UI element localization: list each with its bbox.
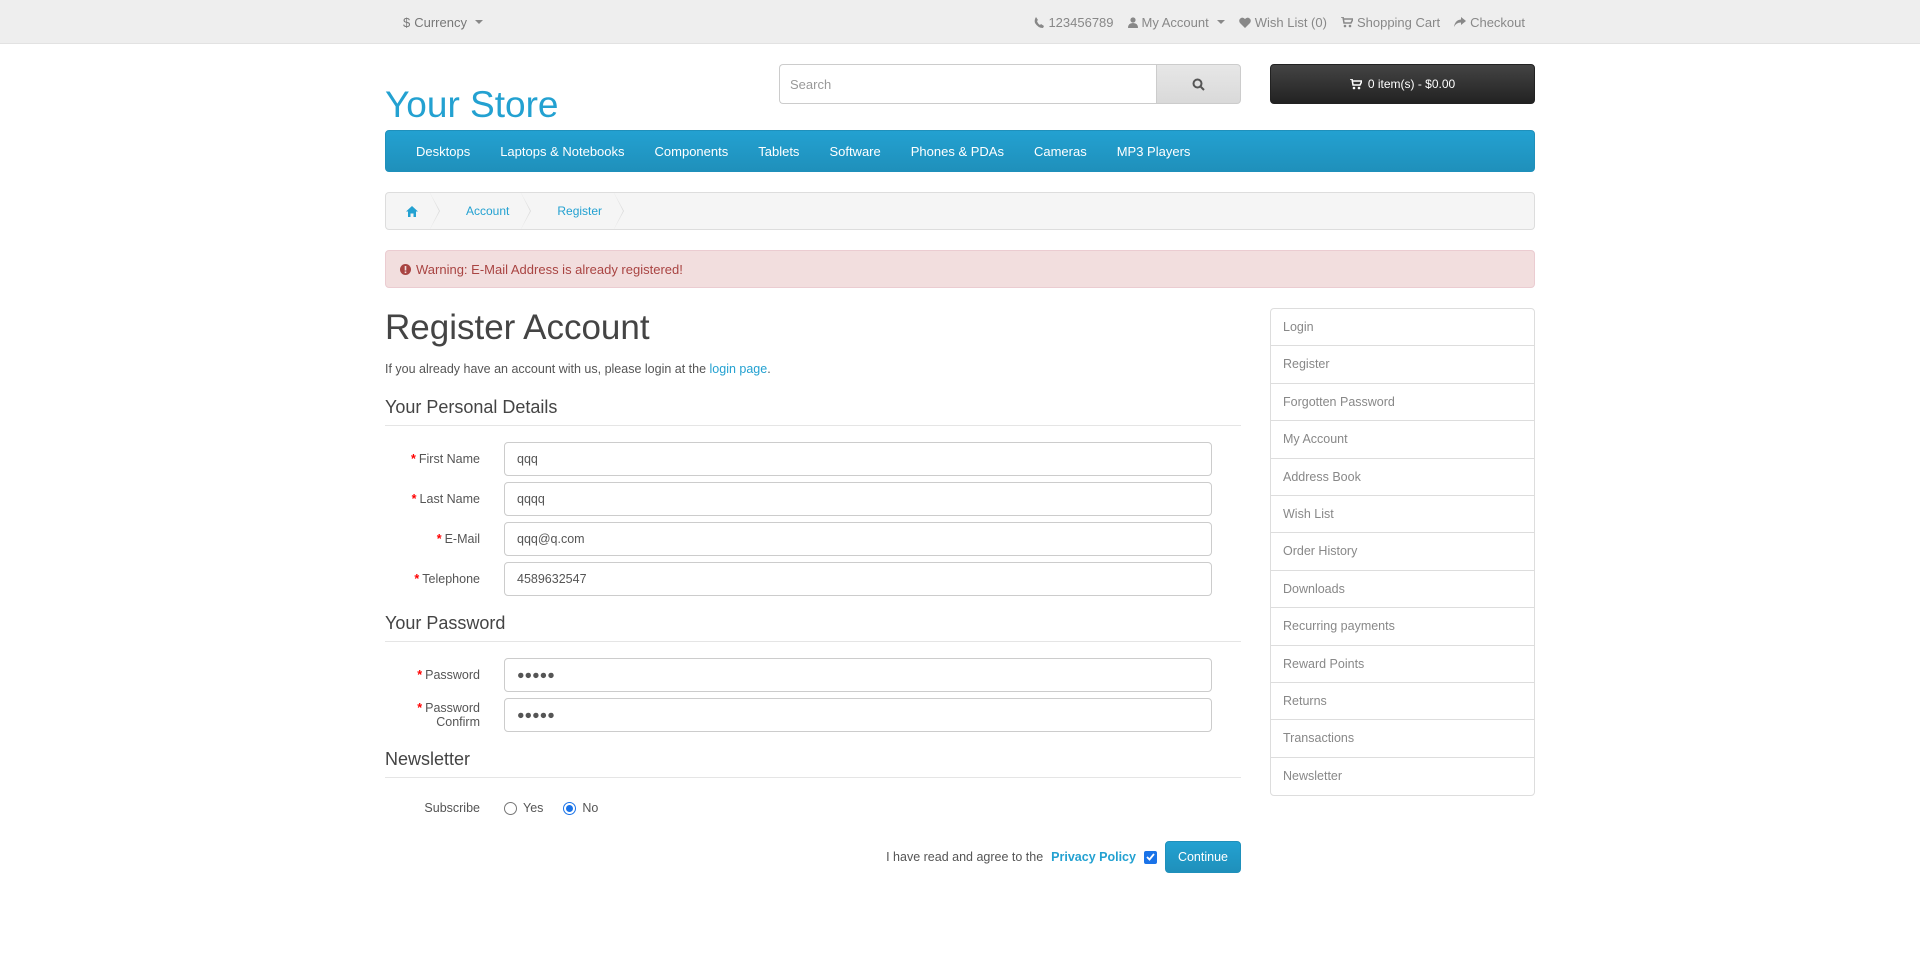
search-input[interactable] bbox=[779, 64, 1156, 104]
form-buttons: I have read and agree to the Privacy Pol… bbox=[385, 841, 1241, 873]
currency-symbol: $ bbox=[403, 14, 411, 30]
lastname-input[interactable] bbox=[504, 482, 1212, 516]
shopping-cart-icon bbox=[1340, 16, 1353, 27]
sidebar-item-login[interactable]: Login bbox=[1271, 309, 1534, 347]
sidebar-item-forgotten-password[interactable]: Forgotten Password bbox=[1271, 384, 1534, 422]
search-icon bbox=[1192, 78, 1205, 91]
radio-checked-icon bbox=[563, 801, 577, 815]
caret-down-icon bbox=[474, 20, 483, 24]
search-group bbox=[779, 64, 1241, 104]
phone-link[interactable]: 123456789 bbox=[1034, 14, 1114, 30]
wish-list-label: Wish List (0) bbox=[1254, 14, 1327, 30]
sidebar-item-downloads[interactable]: Downloads bbox=[1271, 571, 1534, 609]
checkout-label: Checkout bbox=[1470, 14, 1525, 30]
agree-checkbox[interactable] bbox=[1143, 850, 1157, 864]
page-title: Register Account bbox=[385, 308, 650, 347]
email-input[interactable] bbox=[504, 522, 1212, 556]
breadcrumb-register[interactable]: Register bbox=[529, 193, 624, 229]
telephone-label: * Telephone bbox=[414, 572, 480, 586]
privacy-policy-link[interactable]: Privacy Policy bbox=[1051, 850, 1136, 864]
alert-text: Warning: E-Mail Address is already regis… bbox=[416, 261, 683, 277]
password-confirm-label: * Password Confirm bbox=[417, 701, 480, 729]
search-button[interactable] bbox=[1156, 64, 1241, 104]
agree-text: I have read and agree to the bbox=[886, 850, 1044, 864]
intro-label: If you already have an account with us, … bbox=[385, 362, 710, 376]
heart-icon bbox=[1238, 17, 1251, 28]
sidebar-item-transactions[interactable]: Transactions bbox=[1271, 720, 1534, 758]
subscribe-yes-radio[interactable]: Yes bbox=[504, 801, 543, 815]
personal-details-legend: Your Personal Details bbox=[385, 397, 1241, 426]
sidebar-item-newsletter[interactable]: Newsletter bbox=[1271, 758, 1534, 795]
my-account-label: My Account bbox=[1141, 14, 1209, 30]
menu-item-cameras[interactable]: Cameras bbox=[1019, 144, 1102, 159]
menu-item-laptops[interactable]: Laptops & Notebooks bbox=[485, 144, 639, 159]
subscribe-label: Subscribe bbox=[424, 801, 480, 815]
cart-button[interactable]: 0 item(s) - $0.00 bbox=[1270, 64, 1535, 104]
phone-number: 123456789 bbox=[1048, 14, 1114, 30]
menu-item-tablets[interactable]: Tablets bbox=[743, 144, 814, 159]
continue-button[interactable]: Continue bbox=[1164, 841, 1241, 873]
wish-list-link[interactable]: Wish List (0) bbox=[1238, 14, 1327, 30]
password-legend: Your Password bbox=[385, 613, 1241, 642]
menu-item-phones[interactable]: Phones & PDAs bbox=[896, 144, 1019, 159]
currency-label: Currency bbox=[414, 14, 467, 30]
cart-total: 0 item(s) - $0.00 bbox=[1367, 77, 1456, 91]
main-menu: Desktops Laptops & Notebooks Components … bbox=[385, 130, 1535, 172]
newsletter-fieldset: Newsletter Subscribe Yes No bbox=[385, 749, 1241, 825]
email-label: * E-Mail bbox=[436, 532, 480, 546]
share-icon bbox=[1454, 16, 1467, 27]
checkout-link[interactable]: Checkout bbox=[1454, 15, 1525, 30]
currency-dropdown[interactable]: $ Currency bbox=[403, 15, 483, 30]
sidebar-item-returns[interactable]: Returns bbox=[1271, 683, 1534, 721]
register-content: Register Account If you already have an … bbox=[385, 308, 1241, 873]
shopping-cart-link[interactable]: Shopping Cart bbox=[1340, 14, 1441, 30]
user-icon bbox=[1127, 16, 1138, 28]
firstname-input[interactable] bbox=[504, 442, 1212, 476]
breadcrumb: Account Register bbox=[385, 192, 1535, 230]
shopping-cart-label: Shopping Cart bbox=[1356, 14, 1441, 30]
phone-icon bbox=[1035, 16, 1045, 28]
lastname-label: * Last Name bbox=[411, 492, 480, 506]
caret-down-icon bbox=[1216, 20, 1225, 24]
intro-end: . bbox=[767, 362, 771, 376]
menu-item-components[interactable]: Components bbox=[640, 144, 744, 159]
my-account-dropdown[interactable]: My Account bbox=[1127, 14, 1225, 30]
header: Your Store 0 item(s) - $0.00 bbox=[385, 44, 1535, 130]
account-sidebar: Login Register Forgotten Password My Acc… bbox=[1270, 308, 1535, 797]
menu-item-software[interactable]: Software bbox=[814, 144, 895, 159]
sidebar-item-address-book[interactable]: Address Book bbox=[1271, 459, 1534, 496]
subscribe-no-radio[interactable]: No bbox=[563, 801, 598, 815]
home-icon bbox=[406, 205, 418, 217]
intro-text: If you already have an account with us, … bbox=[385, 362, 1241, 376]
breadcrumb-home[interactable] bbox=[386, 193, 440, 229]
sidebar-item-my-account[interactable]: My Account bbox=[1271, 421, 1534, 459]
sidebar-item-register[interactable]: Register bbox=[1271, 346, 1534, 384]
shopping-cart-icon bbox=[1349, 78, 1362, 89]
menu-item-desktops[interactable]: Desktops bbox=[401, 144, 485, 159]
telephone-input[interactable] bbox=[504, 562, 1212, 596]
password-label: * Password bbox=[417, 668, 480, 682]
newsletter-legend: Newsletter bbox=[385, 749, 1241, 778]
menu-item-mp3[interactable]: MP3 Players bbox=[1102, 144, 1206, 159]
password-fieldset: Your Password *Password *Password Confir… bbox=[385, 613, 1241, 732]
sidebar-item-reward-points[interactable]: Reward Points bbox=[1271, 646, 1534, 683]
sidebar-item-order-history[interactable]: Order History bbox=[1271, 533, 1534, 571]
warning-alert: Warning: E-Mail Address is already regis… bbox=[385, 250, 1535, 288]
password-confirm-input[interactable] bbox=[504, 698, 1212, 732]
login-page-link[interactable]: login page bbox=[710, 362, 768, 376]
subscribe-radio-group: Yes No bbox=[504, 801, 598, 815]
firstname-label: * First Name bbox=[411, 452, 480, 466]
check-icon bbox=[1146, 853, 1155, 861]
store-logo[interactable]: Your Store bbox=[385, 84, 558, 126]
sidebar-item-wish-list[interactable]: Wish List bbox=[1271, 496, 1534, 534]
breadcrumb-account[interactable]: Account bbox=[438, 193, 532, 229]
top-bar: $ Currency 123456789 My Account Wish Lis… bbox=[0, 0, 1920, 44]
sidebar-item-recurring-payments[interactable]: Recurring payments bbox=[1271, 608, 1534, 646]
radio-unchecked-icon bbox=[504, 801, 517, 815]
exclamation-circle-icon bbox=[400, 263, 411, 275]
personal-details-fieldset: Your Personal Details *First Name *Last … bbox=[385, 397, 1241, 596]
password-input[interactable] bbox=[504, 658, 1212, 692]
